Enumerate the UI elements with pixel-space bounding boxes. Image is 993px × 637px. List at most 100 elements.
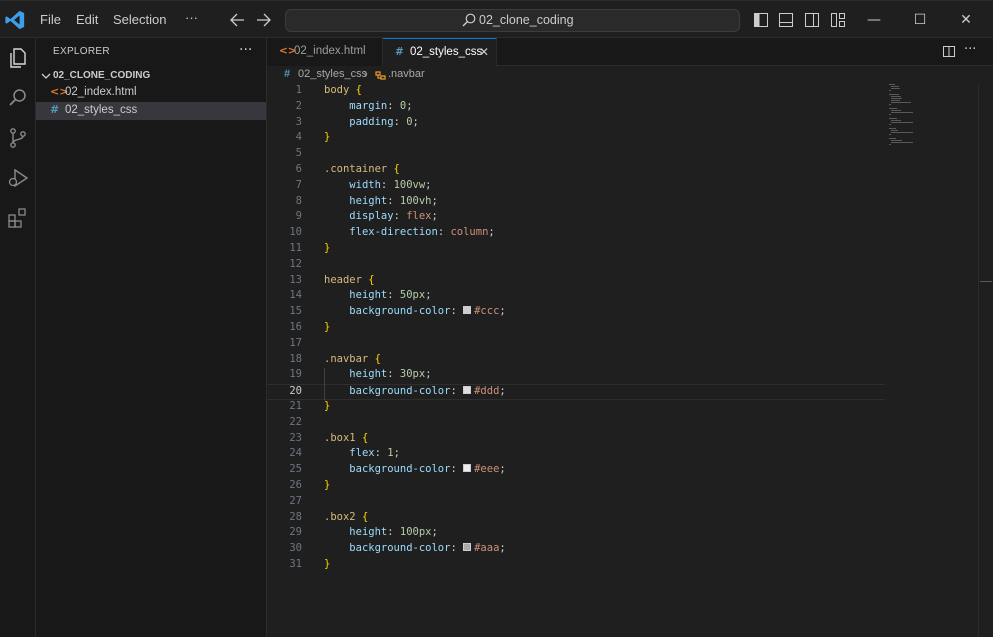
code-token: }: [324, 558, 330, 570]
file-item-index-html[interactable]: <> 02_index.html: [36, 84, 266, 102]
tab-label: 02_index.html: [294, 45, 366, 57]
code-token: .container: [324, 163, 388, 175]
code-token: margin: 0;: [324, 99, 413, 112]
code-line: 13 header {: [267, 274, 887, 290]
code-line: 4}: [267, 131, 887, 147]
minimap[interactable]: [889, 84, 949, 154]
code-token: ;: [499, 305, 506, 318]
split-editor-icon[interactable]: [943, 45, 956, 58]
line-number: 10: [289, 226, 302, 239]
customize-layout-icon[interactable]: [830, 12, 846, 28]
line-number: 13: [289, 273, 302, 286]
source-control-icon[interactable]: [6, 126, 30, 150]
code-token: ;: [499, 542, 506, 555]
run-and-debug-icon[interactable]: [6, 166, 30, 190]
extensions-icon[interactable]: [6, 206, 30, 230]
code-token: flex-direction: [349, 226, 438, 239]
tab-styles-css[interactable]: # 02_styles_css ✕: [383, 38, 497, 66]
indent-guide: [324, 368, 325, 400]
breadcrumb-file[interactable]: 02_styles_css: [298, 68, 367, 80]
code-token: padding: 0;: [324, 116, 419, 128]
editor-tabs: <> 02_index.html # 02_styles_css ✕ ···: [267, 38, 993, 66]
search-icon: [462, 13, 476, 27]
code-token: :: [393, 115, 407, 128]
code-token: background-color: [349, 542, 451, 555]
minimize-button[interactable]: —: [862, 9, 886, 31]
color-swatch[interactable]: [463, 464, 472, 473]
code-line: 14 height: 50px;: [267, 289, 887, 305]
color-swatch[interactable]: [463, 543, 472, 552]
menu-file[interactable]: File: [40, 12, 61, 27]
close-tab-icon[interactable]: ✕: [479, 45, 489, 59]
code-token: :: [393, 210, 407, 223]
code-token: :: [450, 385, 464, 398]
code-line: 31}: [267, 558, 887, 574]
code-token: header {: [324, 274, 375, 286]
line-number: 31: [289, 558, 302, 570]
css-file-icon: #: [50, 103, 60, 116]
menu-more[interactable]: ···: [185, 10, 198, 25]
code-token: ;: [499, 385, 506, 398]
code-token: height: [349, 194, 388, 207]
line-number: 19: [289, 368, 302, 381]
current-code-line: 20 background-color: #ddd;: [267, 384, 885, 400]
code-line: 12: [267, 258, 887, 274]
line-number: 16: [289, 321, 302, 333]
code-token: .box2: [324, 510, 356, 523]
code-token: display: flex;: [324, 210, 438, 222]
toggle-panel-icon[interactable]: [778, 12, 794, 28]
code-token: :: [450, 305, 464, 318]
code-token: :: [387, 526, 400, 539]
maximize-button[interactable]: ☐: [908, 9, 932, 31]
code-token: .box1: [324, 431, 356, 444]
breadcrumb-symbol[interactable]: .navbar: [388, 68, 425, 80]
code-token: }: [324, 400, 331, 412]
code-token: :: [387, 194, 400, 207]
code-token: ;: [499, 463, 506, 476]
code-token: ;: [406, 99, 413, 112]
line-number: 11: [289, 242, 302, 254]
back-arrow-icon[interactable]: [230, 13, 245, 27]
file-item-styles-css[interactable]: # 02_styles_css: [36, 102, 266, 120]
breadcrumb-separator: ›: [364, 68, 368, 80]
command-center-search[interactable]: 02_clone_coding: [285, 9, 740, 32]
code-token: ;: [412, 115, 419, 128]
code-token: }: [324, 558, 331, 570]
line-number: 5: [295, 147, 302, 160]
explorer-icon[interactable]: [6, 46, 30, 70]
chevron-down-icon: [41, 73, 51, 79]
color-swatch[interactable]: [463, 386, 472, 395]
code-line: 16}: [267, 321, 887, 337]
code-token: background-color: #ccc;: [324, 305, 506, 318]
code-line: 9 display: flex;: [267, 210, 887, 226]
code-line: 25 background-color: #eee;: [267, 463, 887, 479]
code-token: }: [324, 479, 331, 491]
code-token: }: [324, 242, 330, 254]
forward-arrow-icon[interactable]: [256, 13, 271, 27]
color-swatch[interactable]: [463, 306, 472, 315]
line-number: 30: [289, 542, 302, 555]
editor-more-button[interactable]: ···: [964, 42, 976, 57]
code-token: .navbar {: [324, 353, 381, 365]
code-editor[interactable]: 1 body { 2 margin: 0; 3 padding: 0; 4} 5 …: [267, 84, 993, 637]
code-token: ;: [488, 226, 495, 239]
explorer-more-button[interactable]: ···: [239, 42, 252, 58]
code-line: 28 .box2 {: [267, 511, 887, 527]
toggle-secondary-sidebar-icon[interactable]: [804, 12, 820, 28]
menu-edit[interactable]: Edit: [76, 12, 98, 27]
tab-index-html[interactable]: <> 02_index.html: [267, 38, 383, 66]
code-token: 100vw: [393, 178, 426, 191]
explorer-sidebar: EXPLORER ··· 02_CLONE_CODING <> 02_index…: [36, 38, 267, 637]
code-token: height: [349, 526, 388, 539]
close-window-button[interactable]: ✕: [954, 9, 978, 31]
code-token: ;: [431, 526, 438, 539]
search-view-icon[interactable]: [6, 86, 30, 110]
code-line: 21}: [267, 400, 887, 416]
file-name: 02_styles_css: [65, 104, 138, 116]
code-token: flex: [349, 447, 375, 460]
toggle-primary-sidebar-icon[interactable]: [753, 12, 769, 28]
line-number: 9: [295, 210, 302, 223]
vertical-scrollbar[interactable]: [978, 84, 992, 637]
code-token: :: [437, 226, 451, 239]
menu-selection[interactable]: Selection: [113, 12, 166, 27]
